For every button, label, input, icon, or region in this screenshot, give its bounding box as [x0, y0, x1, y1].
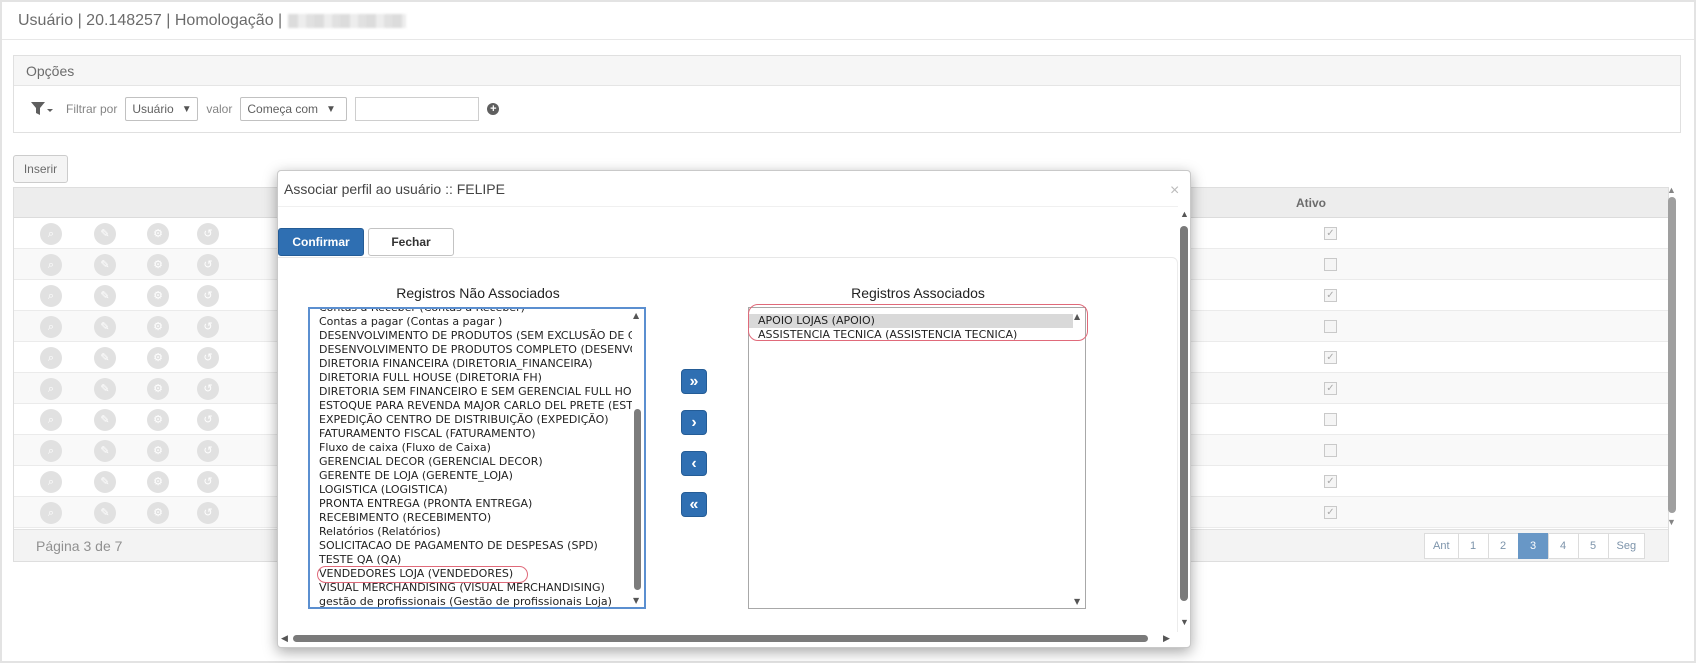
unassociated-heading: Registros Não Associados	[396, 285, 560, 301]
scroll-up-icon[interactable]: ▲	[633, 311, 639, 320]
list-option[interactable]: DESENVOLVIMENTO DE PRODUTOS (SEM EXCLUSÃ…	[310, 329, 634, 343]
scrollbar-thumb[interactable]	[293, 635, 1148, 642]
associated-heading: Registros Associados	[851, 285, 985, 301]
list-option[interactable]: DIRETORIA FULL HOUSE (DIRETORIA FH)	[310, 371, 634, 385]
list-option[interactable]: GERENTE DE LOJA (GERENTE_LOJA)	[310, 469, 634, 483]
scrollbar-thumb[interactable]	[1180, 226, 1188, 601]
list-option[interactable]: Contas a pagar (Contas a pagar )	[310, 315, 634, 329]
listbox-scrollbar[interactable]: ▲ ▼	[1073, 308, 1085, 608]
list-option[interactable]: Contas a Receber (Contas a Receber)	[310, 309, 634, 315]
dialog-horizontal-scrollbar[interactable]: ◀ ▶	[278, 631, 1178, 645]
list-option[interactable]: Relatórios (Relatórios)	[310, 525, 634, 539]
list-option[interactable]: DESENVOLVIMENTO DE PRODUTOS COMPLETO (DE…	[310, 343, 634, 357]
list-option[interactable]: gestão de profissionais (Gestão de profi…	[310, 595, 634, 607]
associated-listbox[interactable]: APOIO LOJAS (APOIO) ASSISTENCIA TECNICA (…	[748, 307, 1086, 609]
dialog-title: Associar perfil ao usuário :: FELIPE	[284, 181, 505, 197]
list-option[interactable]: TESTE QA (QA)	[310, 553, 634, 567]
list-option[interactable]: GERENCIAL DECOR (GERENCIAL DECOR)	[310, 455, 634, 469]
scrollbar-thumb[interactable]	[634, 409, 641, 590]
confirm-button[interactable]: Confirmar	[278, 228, 364, 256]
divider	[278, 206, 1178, 207]
close-icon[interactable]: ×	[1170, 182, 1179, 200]
list-option[interactable]: ESTOQUE PARA REVENDA MAJOR CARLO DEL PRE…	[310, 399, 634, 413]
scroll-up-icon[interactable]: ▲	[1180, 209, 1189, 219]
move-all-left-button[interactable]: «	[681, 492, 707, 517]
list-option[interactable]: RECEBIMENTO (RECEBIMENTO)	[310, 511, 634, 525]
close-button[interactable]: Fechar	[368, 228, 454, 256]
list-option[interactable]: SOLICITACAO DE PAGAMENTO DE DESPESAS (SP…	[310, 539, 634, 553]
scroll-left-icon[interactable]: ◀	[281, 633, 288, 644]
highlight-ring	[317, 566, 528, 583]
unassociated-listbox[interactable]: Contas a Receber (Contas a Receber) Conta…	[308, 307, 646, 609]
dialog-vertical-scrollbar[interactable]: ▲ ▼	[1178, 207, 1190, 631]
dual-list-panel: Registros Não Associados Registros Assoc…	[278, 257, 1178, 632]
move-right-button[interactable]: ›	[681, 410, 707, 435]
move-all-right-button[interactable]: »	[681, 369, 707, 394]
list-option[interactable]: DIRETORIA FINANCEIRA (DIRETORIA_FINANCEI…	[310, 357, 634, 371]
list-option[interactable]: FATURAMENTO FISCAL (FATURAMENTO)	[310, 427, 634, 441]
list-option[interactable]: DIRETORIA SEM FINANCEIRO E SEM GERENCIAL…	[310, 385, 634, 399]
highlight-ring	[748, 304, 1088, 341]
scroll-down-icon[interactable]: ▼	[633, 596, 639, 605]
list-option[interactable]: PRONTA ENTREGA (PRONTA ENTREGA)	[310, 497, 634, 511]
scroll-down-icon[interactable]: ▼	[1074, 597, 1080, 606]
scroll-down-icon[interactable]: ▼	[1180, 617, 1189, 627]
list-option[interactable]: Fluxo de caixa (Fluxo de Caixa)	[310, 441, 634, 455]
list-option[interactable]: LOGISTICA (LOGISTICA)	[310, 483, 634, 497]
list-option[interactable]: EXPEDIÇÃO CENTRO DE DISTRIBUIÇÃO (EXPEDI…	[310, 413, 634, 427]
associate-profile-dialog: Associar perfil ao usuário :: FELIPE × C…	[277, 170, 1191, 648]
move-left-button[interactable]: ‹	[681, 451, 707, 476]
list-option[interactable]: VISUAL MERCHANDISING (VISUAL MERCHANDISI…	[310, 581, 634, 595]
scroll-right-icon[interactable]: ▶	[1163, 633, 1170, 644]
listbox-scrollbar[interactable]: ▲ ▼	[632, 309, 644, 607]
